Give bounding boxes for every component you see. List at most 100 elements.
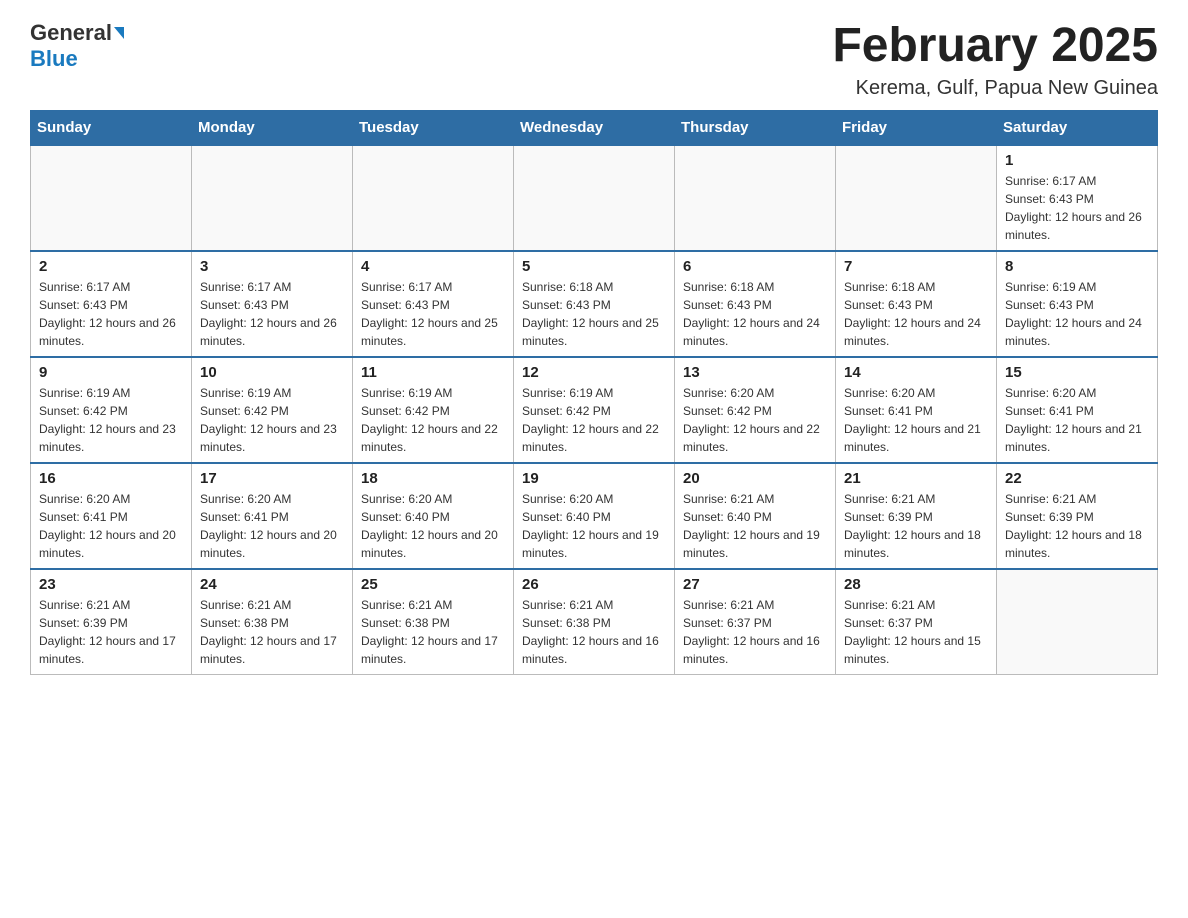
day-number: 27 bbox=[683, 576, 827, 593]
page-header: General Blue February 2025 Kerema, Gulf,… bbox=[30, 20, 1158, 100]
day-number: 22 bbox=[1005, 470, 1149, 487]
calendar-cell bbox=[31, 145, 192, 251]
calendar-cell: 8 Sunrise: 6:19 AMSunset: 6:43 PMDaylight… bbox=[997, 251, 1158, 357]
logo-general-text: General bbox=[30, 20, 112, 46]
day-header-thursday: Thursday bbox=[675, 110, 836, 145]
day-number: 2 bbox=[39, 258, 183, 275]
calendar-cell: 7 Sunrise: 6:18 AMSunset: 6:43 PMDaylight… bbox=[836, 251, 997, 357]
day-number: 14 bbox=[844, 364, 988, 381]
calendar-cell: 16 Sunrise: 6:20 AMSunset: 6:41 PMDayligh… bbox=[31, 463, 192, 569]
calendar-cell: 3Sunrise: 6:17 AMSunset: 6:43 PMDaylight… bbox=[192, 251, 353, 357]
day-header-sunday: Sunday bbox=[31, 110, 192, 145]
day-info: Sunrise: 6:20 AMSunset: 6:41 PMDaylight:… bbox=[1005, 384, 1149, 456]
calendar-cell: 15 Sunrise: 6:20 AMSunset: 6:41 PMDayligh… bbox=[997, 357, 1158, 463]
day-info: Sunrise: 6:20 AMSunset: 6:40 PMDaylight:… bbox=[522, 490, 666, 562]
day-header-wednesday: Wednesday bbox=[514, 110, 675, 145]
day-info: Sunrise: 6:17 AMSunset: 6:43 PMDaylight:… bbox=[200, 278, 344, 350]
day-info: Sunrise: 6:19 AMSunset: 6:42 PMDaylight:… bbox=[39, 384, 183, 456]
calendar-cell: 12 Sunrise: 6:19 AMSunset: 6:42 PMDayligh… bbox=[514, 357, 675, 463]
day-number: 9 bbox=[39, 364, 183, 381]
calendar-cell: 5Sunrise: 6:18 AMSunset: 6:43 PMDaylight… bbox=[514, 251, 675, 357]
day-info: Sunrise: 6:21 AMSunset: 6:38 PMDaylight:… bbox=[361, 596, 505, 668]
day-info: Sunrise: 6:20 AMSunset: 6:41 PMDaylight:… bbox=[844, 384, 988, 456]
calendar-cell: 23 Sunrise: 6:21 AMSunset: 6:39 PMDayligh… bbox=[31, 569, 192, 675]
calendar-cell: 21 Sunrise: 6:21 AMSunset: 6:39 PMDayligh… bbox=[836, 463, 997, 569]
logo: General Blue bbox=[30, 20, 124, 72]
day-info: Sunrise: 6:18 AMSunset: 6:43 PMDaylight:… bbox=[844, 278, 988, 350]
day-number: 15 bbox=[1005, 364, 1149, 381]
day-info: Sunrise: 6:20 AMSunset: 6:42 PMDaylight:… bbox=[683, 384, 827, 456]
calendar-cell: 10Sunrise: 6:19 AMSunset: 6:42 PMDayligh… bbox=[192, 357, 353, 463]
day-number: 25 bbox=[361, 576, 505, 593]
calendar-cell bbox=[836, 145, 997, 251]
day-info: Sunrise: 6:18 AMSunset: 6:43 PMDaylight:… bbox=[683, 278, 827, 350]
logo-blue-text: Blue bbox=[30, 46, 78, 72]
day-number: 4 bbox=[361, 258, 505, 275]
day-info: Sunrise: 6:19 AMSunset: 6:42 PMDaylight:… bbox=[361, 384, 505, 456]
day-info: Sunrise: 6:19 AMSunset: 6:43 PMDaylight:… bbox=[1005, 278, 1149, 350]
calendar-cell: 14 Sunrise: 6:20 AMSunset: 6:41 PMDayligh… bbox=[836, 357, 997, 463]
logo-arrow-icon bbox=[114, 27, 124, 39]
day-number: 26 bbox=[522, 576, 666, 593]
day-number: 12 bbox=[522, 364, 666, 381]
day-header-tuesday: Tuesday bbox=[353, 110, 514, 145]
days-of-week-row: SundayMondayTuesdayWednesdayThursdayFrid… bbox=[31, 110, 1158, 145]
day-header-saturday: Saturday bbox=[997, 110, 1158, 145]
day-number: 20 bbox=[683, 470, 827, 487]
calendar-cell: 6Sunrise: 6:18 AMSunset: 6:43 PMDaylight… bbox=[675, 251, 836, 357]
calendar-cell: 22 Sunrise: 6:21 AMSunset: 6:39 PMDayligh… bbox=[997, 463, 1158, 569]
calendar-cell: 9 Sunrise: 6:19 AMSunset: 6:42 PMDaylight… bbox=[31, 357, 192, 463]
day-info: Sunrise: 6:18 AMSunset: 6:43 PMDaylight:… bbox=[522, 278, 666, 350]
calendar-table: SundayMondayTuesdayWednesdayThursdayFrid… bbox=[30, 110, 1158, 675]
calendar-header: SundayMondayTuesdayWednesdayThursdayFrid… bbox=[31, 110, 1158, 145]
day-number: 19 bbox=[522, 470, 666, 487]
title-section: February 2025 Kerema, Gulf, Papua New Gu… bbox=[832, 20, 1158, 100]
calendar-cell bbox=[192, 145, 353, 251]
day-info: Sunrise: 6:20 AMSunset: 6:40 PMDaylight:… bbox=[361, 490, 505, 562]
day-info: Sunrise: 6:21 AMSunset: 6:39 PMDaylight:… bbox=[844, 490, 988, 562]
day-info: Sunrise: 6:20 AMSunset: 6:41 PMDaylight:… bbox=[200, 490, 344, 562]
day-number: 13 bbox=[683, 364, 827, 381]
calendar-cell bbox=[514, 145, 675, 251]
location-subtitle: Kerema, Gulf, Papua New Guinea bbox=[832, 77, 1158, 100]
calendar-cell: 17 Sunrise: 6:20 AMSunset: 6:41 PMDayligh… bbox=[192, 463, 353, 569]
day-number: 8 bbox=[1005, 258, 1149, 275]
day-info: Sunrise: 6:20 AMSunset: 6:41 PMDaylight:… bbox=[39, 490, 183, 562]
day-number: 23 bbox=[39, 576, 183, 593]
main-title: February 2025 bbox=[832, 20, 1158, 73]
day-number: 11 bbox=[361, 364, 505, 381]
day-info: Sunrise: 6:21 AMSunset: 6:39 PMDaylight:… bbox=[39, 596, 183, 668]
calendar-cell: 24 Sunrise: 6:21 AMSunset: 6:38 PMDayligh… bbox=[192, 569, 353, 675]
calendar-cell: 26 Sunrise: 6:21 AMSunset: 6:38 PMDayligh… bbox=[514, 569, 675, 675]
calendar-cell bbox=[675, 145, 836, 251]
day-header-friday: Friday bbox=[836, 110, 997, 145]
calendar-cell: 11 Sunrise: 6:19 AMSunset: 6:42 PMDayligh… bbox=[353, 357, 514, 463]
day-info: Sunrise: 6:19 AMSunset: 6:42 PMDaylight:… bbox=[200, 384, 344, 456]
day-number: 17 bbox=[200, 470, 344, 487]
day-number: 7 bbox=[844, 258, 988, 275]
day-header-monday: Monday bbox=[192, 110, 353, 145]
day-info: Sunrise: 6:21 AMSunset: 6:40 PMDaylight:… bbox=[683, 490, 827, 562]
calendar-cell: 19 Sunrise: 6:20 AMSunset: 6:40 PMDayligh… bbox=[514, 463, 675, 569]
calendar-body: 1Sunrise: 6:17 AMSunset: 6:43 PMDaylight… bbox=[31, 145, 1158, 675]
day-info: Sunrise: 6:21 AMSunset: 6:38 PMDaylight:… bbox=[522, 596, 666, 668]
calendar-cell: 2Sunrise: 6:17 AMSunset: 6:43 PMDaylight… bbox=[31, 251, 192, 357]
calendar-cell: 18Sunrise: 6:20 AMSunset: 6:40 PMDayligh… bbox=[353, 463, 514, 569]
day-info: Sunrise: 6:21 AMSunset: 6:37 PMDaylight:… bbox=[844, 596, 988, 668]
calendar-cell: 20 Sunrise: 6:21 AMSunset: 6:40 PMDayligh… bbox=[675, 463, 836, 569]
day-info: Sunrise: 6:17 AMSunset: 6:43 PMDaylight:… bbox=[1005, 172, 1149, 244]
calendar-cell: 28Sunrise: 6:21 AMSunset: 6:37 PMDayligh… bbox=[836, 569, 997, 675]
day-number: 21 bbox=[844, 470, 988, 487]
day-number: 16 bbox=[39, 470, 183, 487]
day-number: 24 bbox=[200, 576, 344, 593]
calendar-week-3: 16 Sunrise: 6:20 AMSunset: 6:41 PMDayligh… bbox=[31, 463, 1158, 569]
calendar-week-4: 23 Sunrise: 6:21 AMSunset: 6:39 PMDayligh… bbox=[31, 569, 1158, 675]
calendar-cell bbox=[997, 569, 1158, 675]
day-info: Sunrise: 6:19 AMSunset: 6:42 PMDaylight:… bbox=[522, 384, 666, 456]
calendar-week-1: 2 Sunrise: 6:17 AMSunset: 6:43 PMDaylight… bbox=[31, 251, 1158, 357]
day-info: Sunrise: 6:21 AMSunset: 6:39 PMDaylight:… bbox=[1005, 490, 1149, 562]
calendar-cell bbox=[353, 145, 514, 251]
day-info: Sunrise: 6:21 AMSunset: 6:38 PMDaylight:… bbox=[200, 596, 344, 668]
calendar-cell: 1Sunrise: 6:17 AMSunset: 6:43 PMDaylight… bbox=[997, 145, 1158, 251]
day-info: Sunrise: 6:17 AMSunset: 6:43 PMDaylight:… bbox=[361, 278, 505, 350]
